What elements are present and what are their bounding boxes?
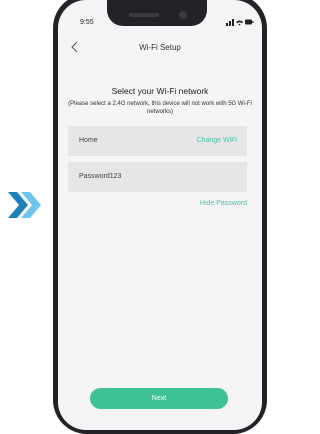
hide-password-link[interactable]: Hide Password xyxy=(175,200,247,207)
network-note: (Please select a 2.4G network, this devi… xyxy=(68,101,252,115)
speaker-grille xyxy=(129,13,159,17)
wifi-network-field[interactable]: Home Change WiFi xyxy=(68,126,247,156)
page-title: Wi-Fi Setup xyxy=(139,43,181,52)
next-button[interactable]: Next xyxy=(90,388,228,409)
battery-icon xyxy=(245,19,254,25)
double-chevron-right-icon xyxy=(8,192,41,218)
phone-screen xyxy=(58,0,262,430)
back-button[interactable] xyxy=(68,40,82,54)
password-field[interactable]: Password123 xyxy=(68,162,247,192)
change-wifi-link[interactable]: Change WiFi xyxy=(197,137,237,144)
signal-icon xyxy=(226,19,234,26)
wifi-ssid: Home xyxy=(79,137,98,144)
password-value: Password123 xyxy=(79,173,122,180)
status-icons xyxy=(226,19,254,26)
network-heading: Select your Wi-Fi network xyxy=(111,86,209,96)
status-time: 9:55 xyxy=(80,19,94,26)
camera-dot xyxy=(179,11,187,19)
wifi-icon xyxy=(236,20,243,26)
